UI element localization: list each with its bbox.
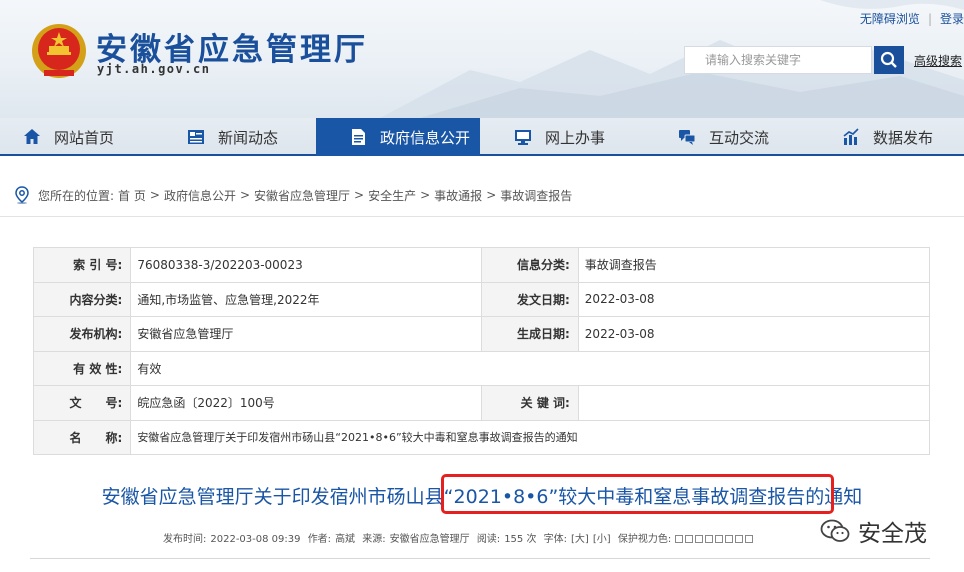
table-row: 索 引 号: 76080338-3/202203-00023 信息分类: 事故调…	[32, 247, 931, 283]
nav-label: 新闻动态	[218, 128, 279, 147]
breadcrumb-accident[interactable]: 事故通报	[434, 187, 482, 204]
color-swatch[interactable]	[685, 535, 694, 543]
accessibility-link[interactable]: 无障碍浏览	[860, 10, 920, 27]
nav-label: 政府信息公开	[380, 128, 471, 147]
org-label: 发布机构:	[32, 316, 132, 352]
author-label: 作者:	[307, 534, 332, 545]
article-info-bar: 发布时间: 2022-03-08 09:39 作者: 高斌 来源: 安徽省应急管理厅 …	[163, 530, 755, 545]
nav-label: 互动交流	[709, 128, 770, 147]
home-icon	[22, 127, 42, 147]
nav-label: 网站首页	[54, 128, 115, 147]
breadcrumb-department[interactable]: 安徽省应急管理厅	[254, 187, 350, 204]
source: 安徽省应急管理厅	[389, 534, 470, 545]
breadcrumb-sep: >	[420, 188, 431, 202]
nav-item-gov-info[interactable]: 政府信息公开	[316, 118, 480, 156]
name-label: 名 称:	[32, 419, 132, 455]
search-input[interactable]: 请输入搜索关键字	[684, 46, 872, 74]
advanced-search-link[interactable]: 高级搜索	[914, 52, 962, 69]
divider	[30, 558, 930, 559]
nav-item-interaction[interactable]: 互动交流	[677, 118, 769, 156]
doc-no-label: 文 号:	[32, 385, 132, 421]
breadcrumb-prefix: 您所在的位置:	[38, 188, 115, 203]
login-link[interactable]: 登录	[940, 10, 964, 27]
color-swatch[interactable]	[675, 535, 684, 543]
watermark-text: 安全茂	[858, 521, 927, 547]
document-icon	[348, 127, 368, 147]
font-size-label: 字体:	[543, 534, 568, 545]
breadcrumb-gov-info[interactable]: 政府信息公开	[164, 187, 236, 204]
color-swatch[interactable]	[705, 535, 714, 543]
nav-item-data-release[interactable]: 数据发布	[841, 118, 933, 156]
monitor-icon	[513, 127, 533, 147]
breadcrumb-sep: >	[486, 188, 497, 202]
highlight-box	[441, 474, 834, 514]
org-value: 安徽省应急管理厅	[130, 316, 483, 352]
national-emblem-icon	[32, 24, 86, 78]
index-label: 索 引 号:	[32, 247, 132, 283]
nav-item-home[interactable]: 网站首页	[22, 118, 114, 156]
divider	[0, 216, 964, 217]
table-row: 有 效 性: 有效	[32, 350, 930, 386]
site-url: yjt.ah.gov.cn	[97, 62, 211, 76]
doc-no-value: 皖应急函〔2022〕100号	[130, 385, 483, 421]
table-row: 发布机构: 安徽省应急管理厅 生成日期: 2022-03-08	[32, 316, 931, 352]
breadcrumb-sep: >	[149, 188, 160, 202]
news-icon	[186, 127, 206, 147]
author: 高斌	[335, 534, 356, 545]
chat-icon	[677, 127, 697, 147]
validity-label: 有 效 性:	[32, 350, 132, 386]
breadcrumb-sep: >	[354, 188, 365, 202]
color-swatch[interactable]	[715, 535, 724, 543]
main-nav: 网站首页 新闻动态 政府信息公开 网上办事 互动交流 数据发布	[0, 118, 964, 156]
reads-count: 155 次	[504, 534, 537, 545]
effective-date-value: 2022-03-08	[577, 316, 931, 352]
table-row: 内容分类: 通知,市场监管、应急管理,2022年 发文日期: 2022-03-0…	[32, 281, 931, 317]
content-value: 通知,市场监管、应急管理,2022年	[130, 281, 483, 317]
wechat-watermark: 安全茂	[820, 514, 927, 548]
keywords-label: 关 键 词:	[481, 385, 579, 421]
color-swatch[interactable]	[725, 535, 734, 543]
table-row: 名 称: 安徽省应急管理厅关于印发宿州市砀山县“2021•8•6”较大中毒和窒息…	[32, 419, 930, 455]
breadcrumb: 您所在的位置: 首 页 > 政府信息公开 > 安徽省应急管理厅 > 安全生产 >…	[14, 186, 576, 204]
color-swatch[interactable]	[735, 535, 744, 543]
keywords-value	[577, 385, 931, 421]
effective-date-label: 生成日期:	[481, 316, 579, 352]
chart-icon	[841, 127, 861, 147]
wechat-icon	[820, 519, 850, 542]
search-icon	[880, 51, 897, 68]
issue-date-value: 2022-03-08	[577, 281, 931, 317]
reads-label: 阅读:	[476, 534, 501, 545]
validity-value: 有效	[130, 350, 930, 386]
publish-time: 2022-03-08 09:39	[210, 534, 301, 545]
location-pin-icon	[15, 186, 29, 204]
color-swatch[interactable]	[695, 535, 704, 543]
category-label: 信息分类:	[481, 247, 579, 283]
content-label: 内容分类:	[32, 281, 132, 317]
publish-time-label: 发布时间:	[163, 534, 207, 545]
breadcrumb-sep: >	[239, 188, 251, 202]
nav-label: 数据发布	[873, 128, 934, 147]
font-small-button[interactable]: [小]	[593, 534, 611, 545]
breadcrumb-current[interactable]: 事故调查报告	[500, 187, 572, 204]
name-value: 安徽省应急管理厅关于印发宿州市砀山县“2021•8•6”较大中毒和窒息事故调查报…	[130, 419, 930, 455]
breadcrumb-safety[interactable]: 安全生产	[368, 187, 416, 204]
category-value: 事故调查报告	[577, 247, 931, 283]
top-links: 无障碍浏览 | 登录	[859, 10, 964, 27]
nav-item-news[interactable]: 新闻动态	[186, 118, 278, 156]
nav-item-online-service[interactable]: 网上办事	[513, 118, 605, 156]
index-value: 76080338-3/202203-00023	[130, 247, 483, 283]
search-button[interactable]	[874, 46, 904, 74]
table-row: 文 号: 皖应急函〔2022〕100号 关 键 词:	[32, 385, 931, 421]
issue-date-label: 发文日期:	[481, 281, 579, 317]
document-meta-table: 索 引 号: 76080338-3/202203-00023 信息分类: 事故调…	[32, 247, 931, 455]
breadcrumb-home[interactable]: 首 页	[118, 187, 146, 204]
source-label: 来源:	[362, 534, 386, 545]
font-large-button[interactable]: [大]	[571, 534, 589, 545]
site-header: 安徽省应急管理厅 yjt.ah.gov.cn 无障碍浏览 | 登录 请输入搜索关键字…	[0, 0, 964, 118]
nav-label: 网上办事	[545, 128, 606, 147]
color-swatch[interactable]	[745, 535, 754, 543]
eye-color-label: 保护视力色:	[617, 534, 672, 545]
